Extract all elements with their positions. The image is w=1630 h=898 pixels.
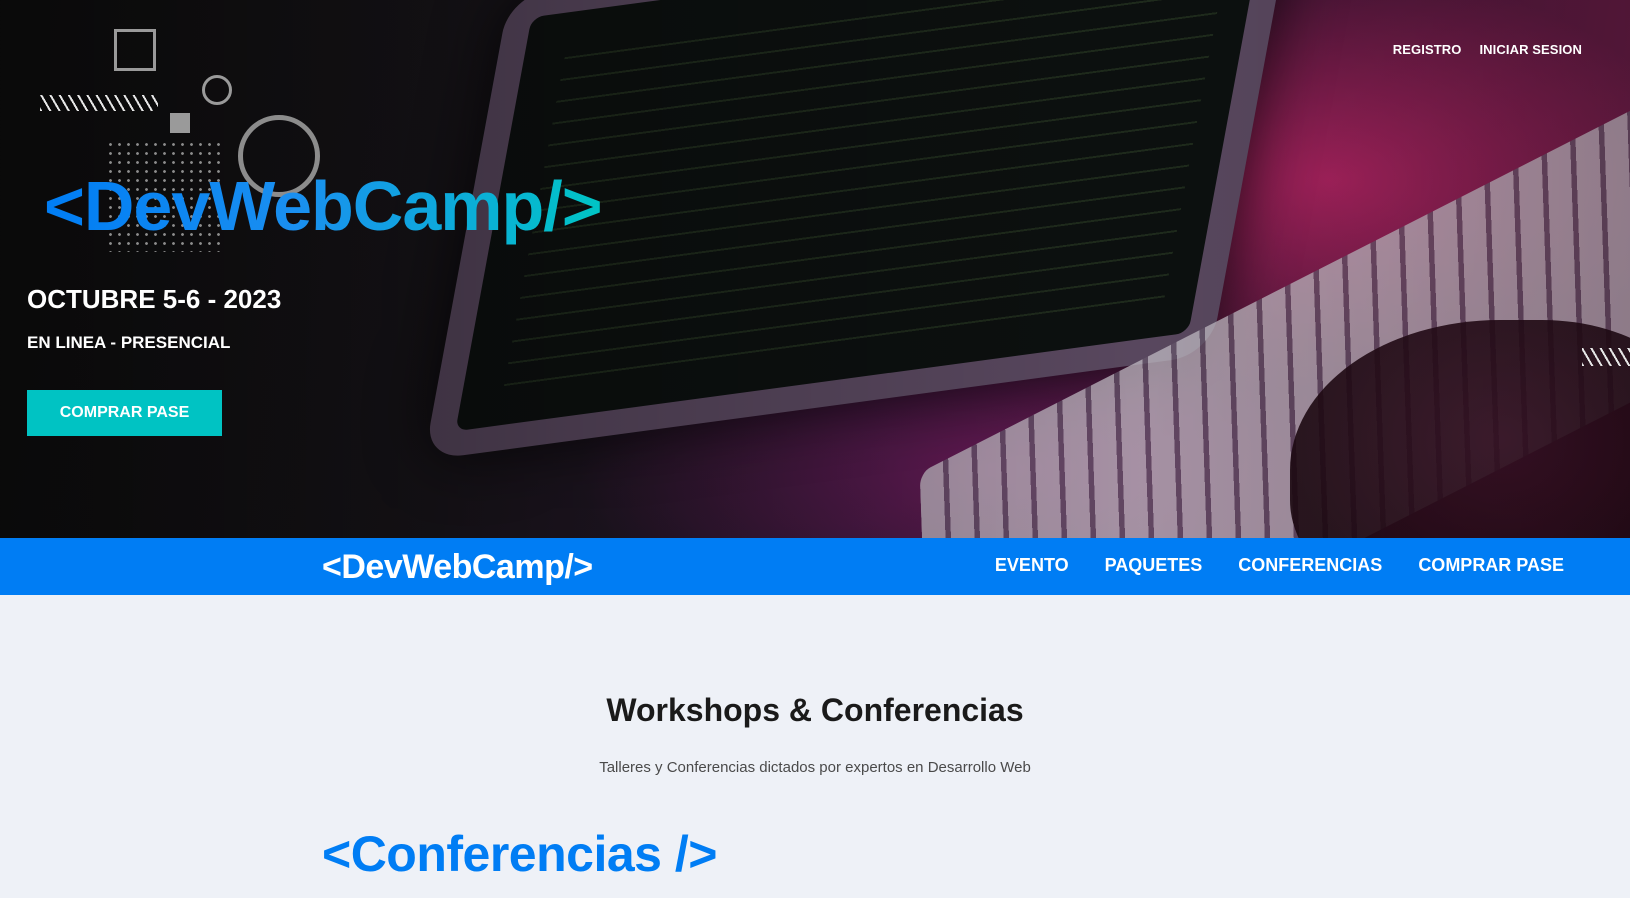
account-nav: REGISTRO INICIAR SESION: [1393, 42, 1582, 57]
event-mode: EN LINEA - PRESENCIAL: [27, 333, 231, 352]
section-subtitle: Talleres y Conferencias dictados por exp…: [599, 759, 1031, 776]
decor-stripes: [40, 95, 158, 111]
nav-link-conferencias[interactable]: CONFERENCIAS: [1238, 555, 1382, 576]
decor-square-outline: [114, 29, 156, 71]
decor-circle-small: [202, 75, 232, 105]
hero-section: REGISTRO INICIAR SESION <DevWebCamp/> OC…: [0, 0, 1630, 538]
section-title: Workshops & Conferencias: [606, 692, 1024, 728]
nav-link-evento[interactable]: EVENTO: [995, 555, 1069, 576]
buy-pass-button[interactable]: COMPRAR PASE: [27, 390, 222, 436]
decor-square-filled: [170, 113, 190, 133]
main-navbar: <DevWebCamp/> EVENTO PAQUETES CONFERENCI…: [0, 538, 1630, 595]
event-date: OCTUBRE 5-6 - 2023: [27, 284, 282, 314]
navbar-links: EVENTO PAQUETES CONFERENCIAS COMPRAR PAS…: [995, 555, 1564, 576]
login-link[interactable]: INICIAR SESION: [1479, 42, 1582, 57]
navbar-logo[interactable]: <DevWebCamp/>: [322, 548, 593, 587]
nav-link-paquetes[interactable]: PAQUETES: [1105, 555, 1203, 576]
conferences-heading: <Conferencias />: [322, 826, 717, 882]
decor-stripes-right: [1582, 348, 1630, 366]
hero-logo: <DevWebCamp/>: [44, 167, 603, 245]
register-link[interactable]: REGISTRO: [1393, 42, 1462, 57]
nav-link-comprar-pase[interactable]: COMPRAR PASE: [1418, 555, 1564, 576]
